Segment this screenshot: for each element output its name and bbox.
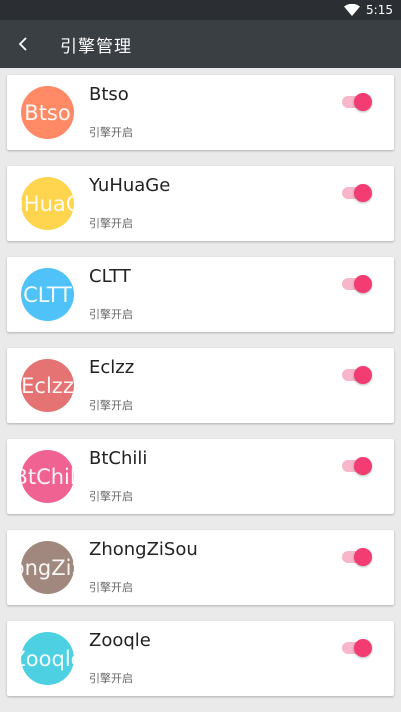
engine-card[interactable]: ZhongZiSou ZhongZiSou 引擎开启 xyxy=(7,530,394,605)
engine-avatar: Btso xyxy=(21,86,74,139)
engine-avatar-text: ZhongZiSou xyxy=(21,555,74,580)
engine-card[interactable]: Eclzz Eclzz 引擎开启 xyxy=(7,348,394,423)
toggle-thumb xyxy=(354,366,372,384)
engine-name: CLTT xyxy=(89,266,131,287)
engine-card[interactable]: CLTT CLTT 引擎开启 xyxy=(7,257,394,332)
engine-avatar-text: CLTT xyxy=(23,282,72,307)
engine-status: 引擎开启 xyxy=(89,581,133,594)
engine-toggle[interactable] xyxy=(342,183,372,203)
toggle-thumb xyxy=(354,548,372,566)
engine-card[interactable]: Zooqle Zooqle 引擎开启 xyxy=(7,621,394,696)
toolbar: 引擎管理 xyxy=(0,20,401,68)
engine-status: 引擎开启 xyxy=(89,672,133,685)
chevron-left-icon xyxy=(18,37,27,51)
engine-name: YuHuaGe xyxy=(89,175,171,196)
engine-toggle[interactable] xyxy=(342,547,372,567)
engine-status: 引擎开启 xyxy=(89,126,133,139)
back-button[interactable] xyxy=(0,20,46,68)
status-time: 5:15 xyxy=(366,3,393,17)
toggle-thumb xyxy=(354,93,372,111)
engine-avatar-text: Zooqle xyxy=(21,646,74,671)
engine-status: 引擎开启 xyxy=(89,217,133,230)
engine-avatar: BtChili xyxy=(21,450,74,503)
engine-name: Zooqle xyxy=(89,630,151,651)
engine-status: 引擎开启 xyxy=(89,308,133,321)
toggle-thumb xyxy=(354,275,372,293)
engine-toggle[interactable] xyxy=(342,365,372,385)
page-title: 引擎管理 xyxy=(60,36,132,57)
engine-status: 引擎开启 xyxy=(89,490,133,503)
engine-list: Btso Btso 引擎开启 YuHuaGe YuHuaGe 引擎开启 CLTT CLTT 引擎… xyxy=(0,68,401,696)
engine-avatar: ZhongZiSou xyxy=(21,541,74,594)
engine-name: ZhongZiSou xyxy=(89,539,198,560)
engine-card[interactable]: BtChili BtChili 引擎开启 xyxy=(7,439,394,514)
engine-toggle[interactable] xyxy=(342,456,372,476)
status-bar: 5:15 xyxy=(0,0,401,20)
engine-avatar-text: YuHuaGe xyxy=(21,191,74,216)
engine-avatar: YuHuaGe xyxy=(21,177,74,230)
engine-card[interactable]: YuHuaGe YuHuaGe 引擎开启 xyxy=(7,166,394,241)
engine-card[interactable]: Btso Btso 引擎开启 xyxy=(7,75,394,150)
toggle-thumb xyxy=(354,639,372,657)
toggle-thumb xyxy=(354,184,372,202)
engine-avatar-text: Btso xyxy=(24,100,71,125)
wifi-icon xyxy=(344,4,361,16)
engine-avatar: Eclzz xyxy=(21,359,74,412)
engine-avatar-text: BtChili xyxy=(21,464,74,489)
engine-avatar-text: Eclzz xyxy=(21,373,74,398)
engine-name: BtChili xyxy=(89,448,148,469)
engine-avatar: Zooqle xyxy=(21,632,74,685)
toggle-thumb xyxy=(354,457,372,475)
engine-toggle[interactable] xyxy=(342,274,372,294)
engine-status: 引擎开启 xyxy=(89,399,133,412)
engine-toggle[interactable] xyxy=(342,638,372,658)
engine-avatar: CLTT xyxy=(21,268,74,321)
engine-name: Eclzz xyxy=(89,357,135,378)
engine-name: Btso xyxy=(89,84,129,105)
engine-toggle[interactable] xyxy=(342,92,372,112)
